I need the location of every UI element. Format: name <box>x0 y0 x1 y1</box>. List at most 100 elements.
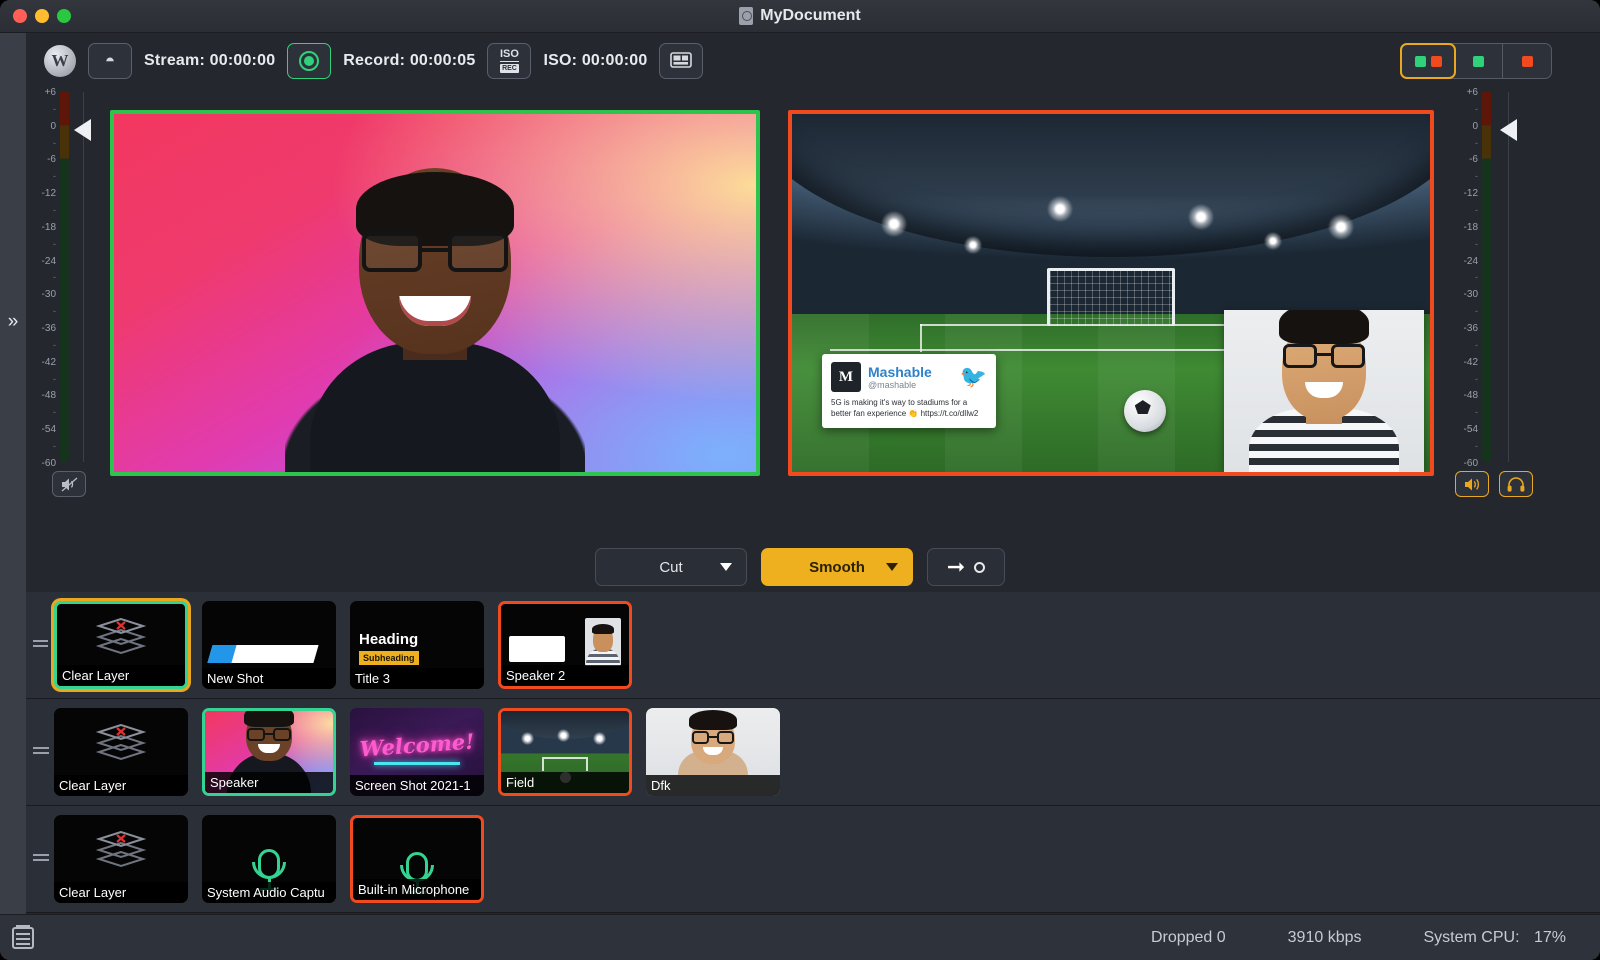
document-icon <box>739 7 753 25</box>
layer-row: Clear Layer System Audio Captu Built-in … <box>26 806 1600 913</box>
live-monitor[interactable]: M Mashable @mashable 🐦 5G is making it's… <box>788 110 1434 476</box>
shot-label: Clear Layer <box>54 882 188 903</box>
stream-status: Stream: 00:00:00 <box>144 52 275 70</box>
preview-speaker-figure <box>285 242 585 472</box>
stream-button[interactable]: ◓ <box>88 43 132 79</box>
title-subheading: Subheading <box>359 651 419 665</box>
meter-tick: +6 <box>45 88 56 97</box>
shot-system-audio-capture[interactable]: System Audio Captu <box>202 815 336 903</box>
pip-overlay <box>1224 310 1424 472</box>
layer-drag-handle[interactable] <box>33 854 49 864</box>
shot-clear-layer[interactable]: Clear Layer <box>54 601 188 689</box>
meter-tick: - <box>1475 341 1478 350</box>
meter-gain-handle-right[interactable] <box>1500 119 1517 141</box>
headphones-icon <box>1507 477 1525 492</box>
record-status: Record: 00:00:05 <box>343 52 475 70</box>
clear-layer-icon <box>95 828 147 868</box>
lower-third-graphic <box>207 645 318 663</box>
cpu-value: 17% <box>1534 929 1566 946</box>
meter-tick: -30 <box>1464 290 1478 299</box>
mini-tweet-graphic <box>509 636 565 662</box>
shot-label: Built-in Microphone <box>353 879 481 900</box>
layer-drag-handle[interactable] <box>33 640 49 650</box>
meter-tick: - <box>1475 206 1478 215</box>
take-button[interactable]: ➞ <box>927 548 1005 586</box>
volume-button-right[interactable] <box>1455 471 1489 497</box>
meter-gain-track-left[interactable] <box>83 92 84 462</box>
meter-gain-track-right[interactable] <box>1508 92 1509 462</box>
title-bar: MyDocument <box>0 0 1600 33</box>
chevron-down-icon <box>886 563 898 571</box>
cpu-label: System CPU: <box>1424 929 1520 946</box>
meter-gain-handle-left[interactable] <box>74 119 91 141</box>
meter-tick: 0 <box>50 122 56 131</box>
meter-tick: -48 <box>1464 391 1478 400</box>
twitter-bird-icon: 🐦 <box>960 366 987 388</box>
meter-tick: -42 <box>42 358 56 367</box>
meter-tick: - <box>1475 240 1478 249</box>
shot-built-in-microphone[interactable]: Built-in Microphone <box>350 815 484 903</box>
shot-label: Screen Shot 2021-1 <box>350 775 484 796</box>
meter-tick: - <box>53 206 56 215</box>
mute-button-left[interactable] <box>52 471 86 497</box>
broadcast-icon: ◓ <box>105 51 115 71</box>
iso-record-button[interactable]: ISOREC <box>487 43 531 79</box>
transition-select[interactable]: Cut <box>595 548 747 586</box>
transition-speed-value: Smooth <box>809 559 865 576</box>
title-heading: Heading <box>359 631 418 648</box>
meter-tick: - <box>1475 307 1478 316</box>
layout-mode-live-only[interactable] <box>1503 44 1551 78</box>
record-button[interactable] <box>287 43 331 79</box>
iso-label: ISO: <box>543 52 577 69</box>
bitrate-status: 3910 kbps <box>1288 929 1362 947</box>
shot-label: Title 3 <box>350 668 484 689</box>
layout-mode-preview-only[interactable] <box>1455 44 1503 78</box>
shot-dfk[interactable]: Dfk <box>646 708 780 796</box>
meter-tick: - <box>1475 408 1478 417</box>
left-rail: » <box>0 33 26 960</box>
layout-mode-dual-view[interactable] <box>1400 43 1456 79</box>
meter-scale-left: +6-0--6--12--18--24--30--36--42--48--54-… <box>26 88 56 468</box>
shot-speaker[interactable]: Speaker <box>202 708 336 796</box>
chevron-down-icon <box>720 563 732 571</box>
meter-tick: -30 <box>42 290 56 299</box>
shot-clear-layer[interactable]: Clear Layer <box>54 815 188 903</box>
notes-icon[interactable] <box>12 927 34 949</box>
shot-label: Speaker <box>205 772 333 793</box>
iso-time: 00:00:00 <box>582 52 648 69</box>
status-bar: Dropped 0 3910 kbps System CPU: 17% <box>0 914 1600 960</box>
tweet-body: 5G is making it's way to stadiums for a … <box>822 396 996 428</box>
transition-select-value: Cut <box>659 559 682 576</box>
shot-new-shot[interactable]: New Shot <box>202 601 336 689</box>
shot-screen-shot[interactable]: Welcome! Screen Shot 2021-1 <box>350 708 484 796</box>
audio-meter-right: +6-0--6--12--18--24--30--36--42--48--54-… <box>1448 88 1514 468</box>
page-title: MyDocument <box>0 7 1600 25</box>
shot-field[interactable]: Field <box>498 708 632 796</box>
meter-tick: -60 <box>1464 459 1478 468</box>
shot-speaker-2[interactable]: Speaker 2 <box>498 601 632 689</box>
layer-drag-handle[interactable] <box>33 747 49 757</box>
chevron-double-right-icon[interactable]: » <box>2 308 24 336</box>
meter-tick: - <box>1475 139 1478 148</box>
shot-title-3[interactable]: Heading Subheading Title 3 <box>350 601 484 689</box>
meter-bar-right <box>1482 92 1491 462</box>
meter-tick: -6 <box>47 155 56 164</box>
meter-tick: -42 <box>1464 358 1478 367</box>
meter-tick: -12 <box>42 189 56 198</box>
record-time: 00:00:05 <box>410 52 476 69</box>
meter-tick: - <box>1475 172 1478 181</box>
shot-clear-layer[interactable]: Clear Layer <box>54 708 188 796</box>
multiview-button[interactable] <box>659 43 703 79</box>
meter-tick: -12 <box>1464 189 1478 198</box>
meter-tick: -60 <box>42 459 56 468</box>
transition-speed-select[interactable]: Smooth <box>761 548 913 586</box>
meter-tick: - <box>53 273 56 282</box>
shot-label: Field <box>501 772 629 793</box>
stream-time: 00:00:00 <box>210 52 276 69</box>
meter-tick: -36 <box>1464 324 1478 333</box>
layout-mode-group[interactable] <box>1400 43 1552 79</box>
tweet-avatar: M <box>831 362 861 392</box>
meter-tick: - <box>1475 375 1478 384</box>
preview-monitor[interactable] <box>110 110 760 476</box>
headphones-button[interactable] <box>1499 471 1533 497</box>
